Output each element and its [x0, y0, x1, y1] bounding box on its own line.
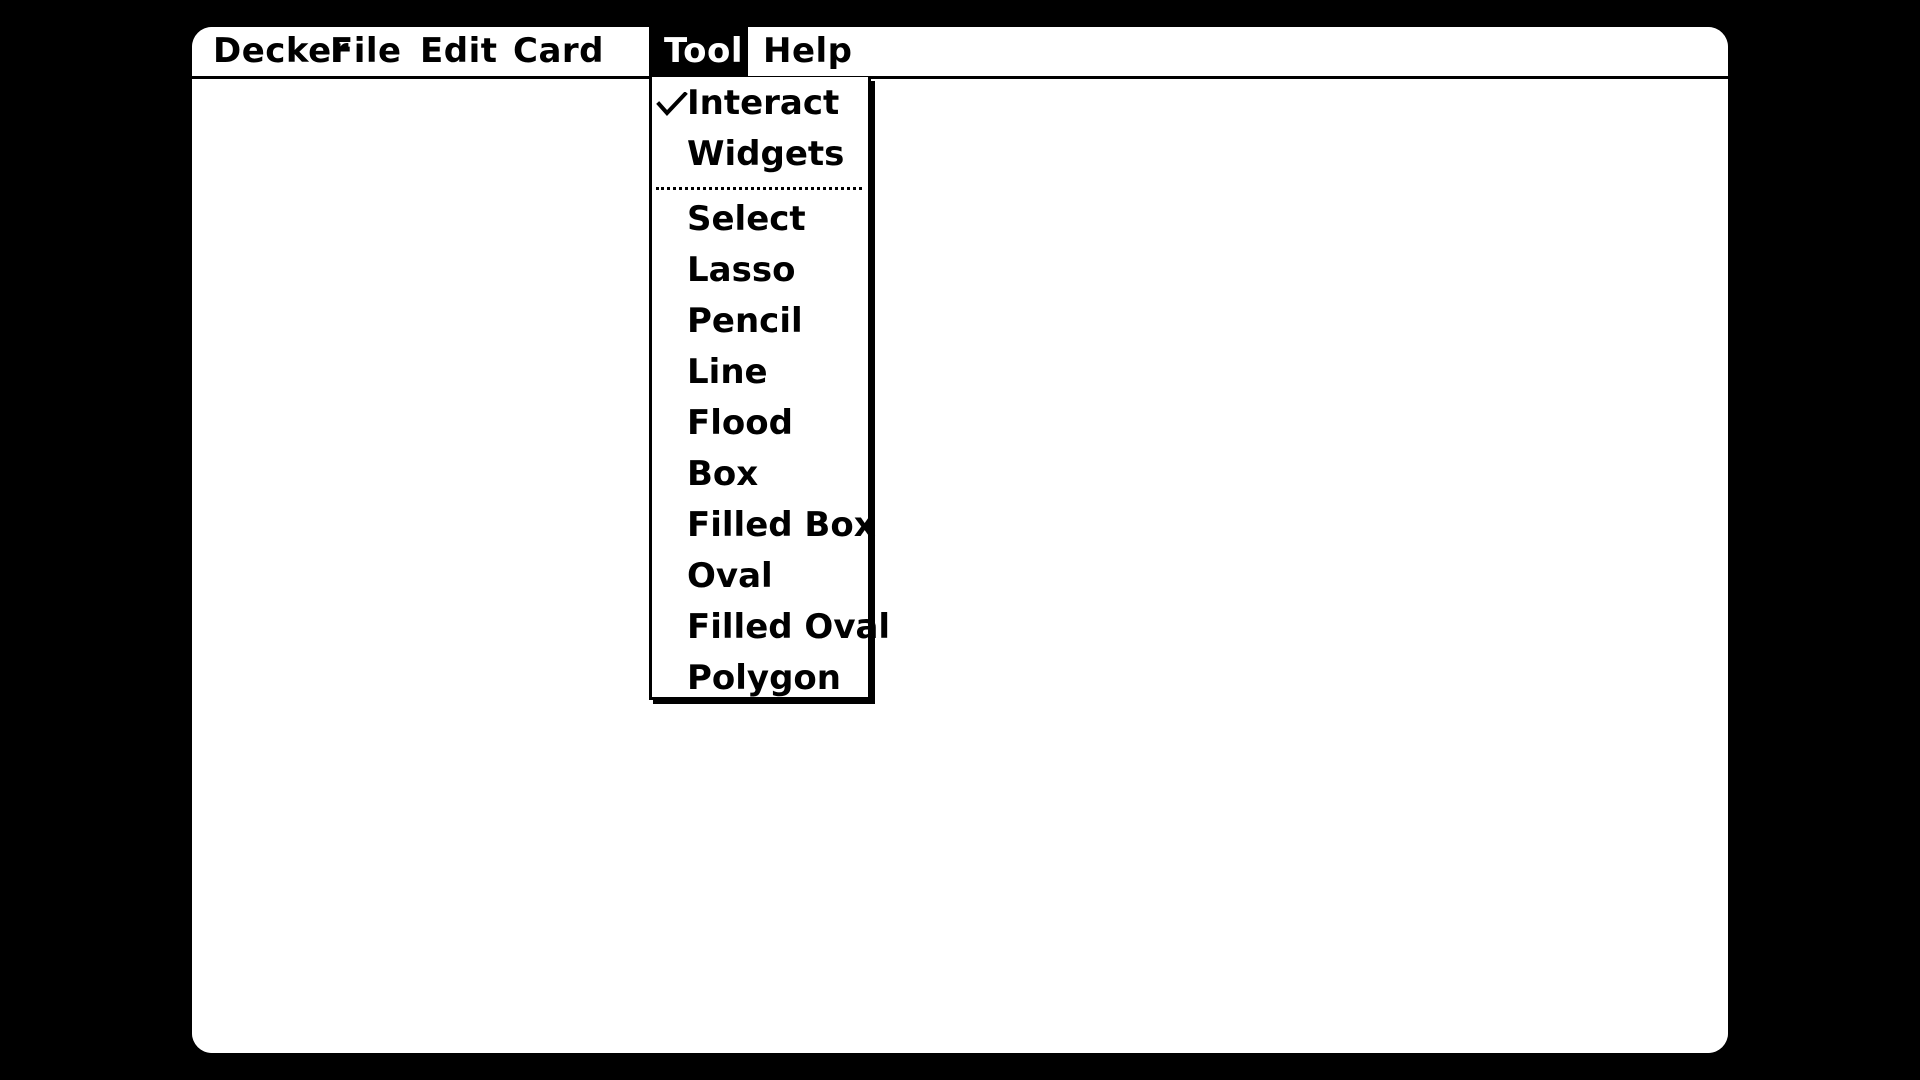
menu-item-label: Filled Oval [687, 607, 891, 647]
menu-item-line[interactable]: Line [652, 347, 868, 398]
menu-item-label: Line [687, 352, 768, 392]
menu-item-filled-box[interactable]: Filled Box [652, 500, 876, 551]
menu-item-flood[interactable]: Flood [652, 398, 868, 449]
menu-edit[interactable]: Edit [405, 27, 512, 76]
menu-bar: Decker File Edit Card Tool Help [192, 27, 1728, 79]
menu-item-label: Widgets [687, 134, 845, 174]
menu-item-oval[interactable]: Oval [652, 551, 868, 602]
menu-item-box[interactable]: Box [652, 449, 868, 500]
menu-item-label: Pencil [687, 301, 803, 341]
menu-item-label: Polygon [687, 658, 841, 698]
menu-item-label: Select [687, 199, 806, 239]
menu-item-label: Interact [687, 83, 840, 123]
decker-window: Decker File Edit Card Tool Help Interact… [192, 27, 1728, 1053]
menu-item-interact[interactable]: Interact [652, 78, 868, 129]
menu-item-label: Filled Box [687, 505, 876, 545]
menu-item-label: Lasso [687, 250, 796, 290]
checkmark-icon [656, 92, 688, 116]
menu-item-select[interactable]: Select [652, 194, 868, 245]
menu-help[interactable]: Help [748, 27, 868, 76]
menu-item-pencil[interactable]: Pencil [652, 296, 868, 347]
tool-menu-dropdown: Interact Widgets Select Lasso Pencil Lin… [649, 77, 890, 700]
card-canvas[interactable] [192, 79, 1728, 1053]
menu-item-label: Flood [687, 403, 793, 443]
menu-tool[interactable]: Tool [649, 27, 748, 76]
menu-item-filled-oval[interactable]: Filled Oval [652, 602, 890, 653]
menu-item-polygon[interactable]: Polygon [652, 653, 868, 704]
menu-separator [656, 187, 862, 190]
menu-item-label: Oval [687, 556, 773, 596]
menu-item-label: Box [687, 454, 759, 494]
menu-card[interactable]: Card [498, 27, 619, 76]
menu-item-widgets[interactable]: Widgets [652, 129, 868, 180]
menu-file[interactable]: File [315, 27, 417, 76]
menu-item-lasso[interactable]: Lasso [652, 245, 868, 296]
